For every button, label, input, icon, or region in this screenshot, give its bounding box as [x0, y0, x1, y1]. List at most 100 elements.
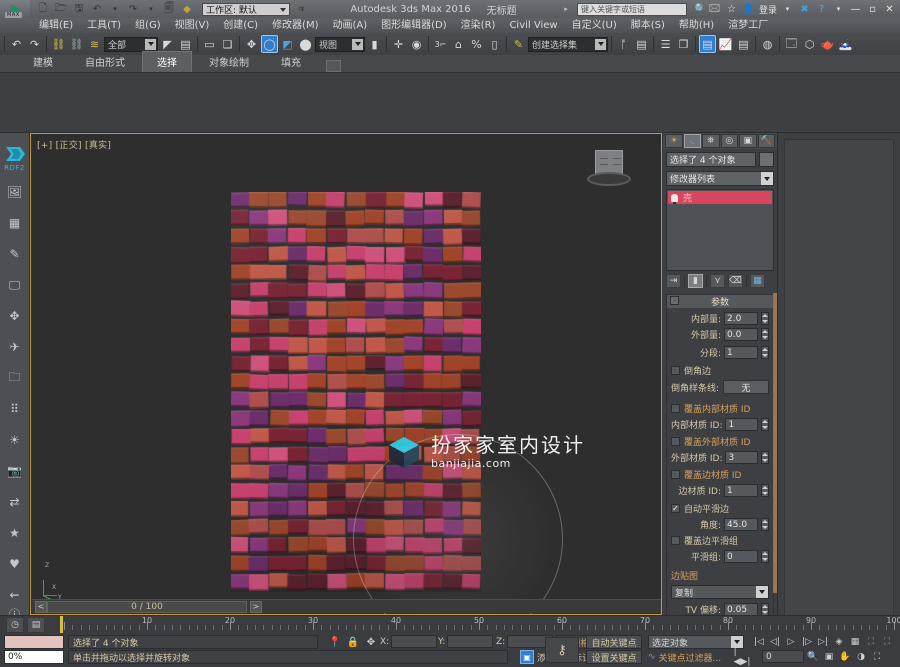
- zoom-extents-icon[interactable]: ⛶: [864, 635, 878, 648]
- next-frame-button[interactable]: >: [250, 600, 262, 613]
- layer-manager-icon[interactable]: ☰: [657, 35, 674, 53]
- object-name-input[interactable]: 选择了 4 个对象: [666, 152, 756, 167]
- maximize-viewport-icon[interactable]: ⛶: [870, 650, 884, 663]
- frame-input[interactable]: 0: [762, 650, 804, 663]
- override-smooth-checkbox[interactable]: [671, 536, 680, 545]
- key-step-icon[interactable]: |◀▶|: [734, 647, 751, 667]
- key-lock-button[interactable]: ⚷: [545, 637, 579, 663]
- pin-stack-icon[interactable]: ⇥: [666, 274, 681, 288]
- menu-item-6[interactable]: 动画(A): [326, 18, 375, 33]
- next-frame-icon[interactable]: |▷: [800, 635, 814, 648]
- zoom-icon[interactable]: 🔍: [806, 650, 820, 663]
- new-icon[interactable]: 🗋: [36, 2, 50, 16]
- ribbon-tab-1[interactable]: 自由形式: [70, 51, 140, 72]
- exchange-dropdown-icon[interactable]: ▾: [781, 3, 794, 16]
- orbit-icon[interactable]: ◑: [854, 650, 868, 663]
- object-color-swatch[interactable]: [759, 152, 774, 167]
- material-editor-icon[interactable]: ◍: [759, 35, 776, 53]
- minimize-button[interactable]: —: [849, 3, 862, 16]
- search-icon[interactable]: 🔎: [691, 3, 704, 16]
- outer-amount-input[interactable]: 0.0: [724, 328, 758, 341]
- hierarchy-tab[interactable]: ⛯: [702, 134, 720, 148]
- modifier-stack-item[interactable]: 壳: [668, 191, 772, 204]
- sync-icon[interactable]: ⇄: [4, 491, 26, 513]
- bevel-spline-button[interactable]: 无: [723, 380, 769, 394]
- use-pivot-point-center-icon[interactable]: ▮: [366, 35, 383, 53]
- prev-frame-icon[interactable]: ◁|: [768, 635, 782, 648]
- rdf2-logo-icon[interactable]: [3, 145, 27, 163]
- open-mini-curve-editor-icon[interactable]: ◷: [6, 616, 24, 633]
- menu-item-5[interactable]: 修改器(M): [265, 18, 325, 33]
- modifier-list-dropdown[interactable]: 修改器列表: [666, 171, 774, 186]
- save-icon[interactable]: 🖫: [72, 2, 86, 16]
- schematic-view-icon[interactable]: ▤: [735, 35, 752, 53]
- edge-mat-id-spinner[interactable]: [761, 484, 769, 497]
- tile-wall-model[interactable]: [231, 192, 481, 592]
- outer-mat-id-input[interactable]: 3: [725, 451, 758, 464]
- dots-icon[interactable]: ⠿: [4, 398, 26, 420]
- search-input[interactable]: 键入关键字或短语: [576, 2, 687, 16]
- angle-spinner[interactable]: [761, 518, 769, 531]
- ribbon-tab-0[interactable]: 建模: [18, 51, 68, 72]
- sun-icon[interactable]: ☀: [4, 429, 26, 451]
- snaps-toggle-icon[interactable]: ✛: [390, 35, 407, 53]
- heart-icon[interactable]: ♥: [4, 553, 26, 575]
- exchange-icon[interactable]: ✖: [798, 3, 811, 16]
- auto-key-button[interactable]: 自动关键点: [586, 635, 642, 649]
- tile-wall-canvas[interactable]: [231, 192, 481, 592]
- app-menu-button[interactable]: MAX: [0, 0, 30, 18]
- selection-filter-dropdown[interactable]: 全部: [104, 36, 158, 52]
- menu-item-8[interactable]: 渲染(R): [454, 18, 503, 33]
- add-time-tag-icon[interactable]: ▣: [520, 650, 534, 664]
- grid-icon[interactable]: ▦: [4, 212, 26, 234]
- plane-icon[interactable]: ✈: [4, 336, 26, 358]
- key-filters[interactable]: ∿ 关键点过滤器...: [648, 650, 721, 664]
- open-icon[interactable]: 🗁: [54, 2, 68, 16]
- absolute-relative-icon[interactable]: ✥: [364, 635, 378, 649]
- menu-item-0[interactable]: 编辑(E): [32, 18, 80, 33]
- camera-icon[interactable]: 📷: [4, 460, 26, 482]
- prev-frame-button[interactable]: <: [35, 600, 47, 613]
- override-outer-mat-checkbox[interactable]: [671, 437, 680, 446]
- create-tab[interactable]: ☀: [665, 134, 683, 148]
- workspace-selector[interactable]: 工作区: 默认: [202, 2, 290, 16]
- coord-y-input[interactable]: [447, 635, 494, 648]
- smooth-group-spinner[interactable]: [761, 550, 769, 563]
- remove-modifier-icon[interactable]: ⌫: [728, 274, 743, 288]
- ribbon-tab-3[interactable]: 对象绘制: [194, 51, 264, 72]
- modify-tab[interactable]: ◟: [683, 134, 701, 148]
- show-end-result-icon[interactable]: ▮: [688, 274, 703, 288]
- playhead[interactable]: [60, 615, 63, 634]
- pin-icon[interactable]: 📍: [328, 635, 342, 649]
- time-configuration-icon[interactable]: ▦: [848, 635, 862, 648]
- set-key-button[interactable]: 设置关键点: [586, 650, 642, 664]
- render-production-icon[interactable]: 🫖: [819, 35, 836, 53]
- project-icon[interactable]: 🗐: [162, 2, 176, 16]
- render-setup-icon[interactable]: 🗔: [783, 35, 800, 53]
- menu-item-3[interactable]: 视图(V): [168, 18, 217, 33]
- zoom-region-icon[interactable]: ▣: [822, 650, 836, 663]
- menu-item-12[interactable]: 帮助(H): [672, 18, 721, 33]
- make-unique-icon[interactable]: ⋎: [710, 274, 725, 288]
- monitor-icon[interactable]: 🖵: [4, 274, 26, 296]
- view-cube[interactable]: [587, 146, 631, 192]
- redo-icon[interactable]: ↷: [126, 2, 140, 16]
- angle-snap-toggle-icon[interactable]: ◉: [408, 35, 425, 53]
- named-selection-set-dropdown[interactable]: 创建选择集: [528, 36, 608, 52]
- lock-icon[interactable]: 🔒: [346, 635, 360, 649]
- modifier-stack[interactable]: 壳: [666, 189, 774, 271]
- edge-map-dropdown[interactable]: 复制: [671, 585, 769, 599]
- communication-center-icon[interactable]: 🖂: [708, 3, 721, 16]
- menu-item-4[interactable]: 创建(C): [216, 18, 265, 33]
- qat-overflow-icon[interactable]: ⇉: [294, 2, 308, 16]
- inner-mat-id-input[interactable]: 1: [725, 418, 758, 431]
- move-icon[interactable]: ✥: [4, 305, 26, 327]
- menu-item-10[interactable]: 自定义(U): [565, 18, 624, 33]
- render-iterative-icon[interactable]: 🗻: [837, 35, 854, 53]
- track-view-icon[interactable]: ▤: [27, 616, 45, 633]
- key-mode-toggle-icon[interactable]: ◈: [832, 635, 846, 648]
- spinner-snap-icon[interactable]: ▯: [486, 35, 503, 53]
- angle-input[interactable]: 45.0: [724, 518, 758, 531]
- go-to-start-icon[interactable]: |◁: [752, 635, 766, 648]
- override-inner-mat-checkbox[interactable]: [671, 404, 680, 413]
